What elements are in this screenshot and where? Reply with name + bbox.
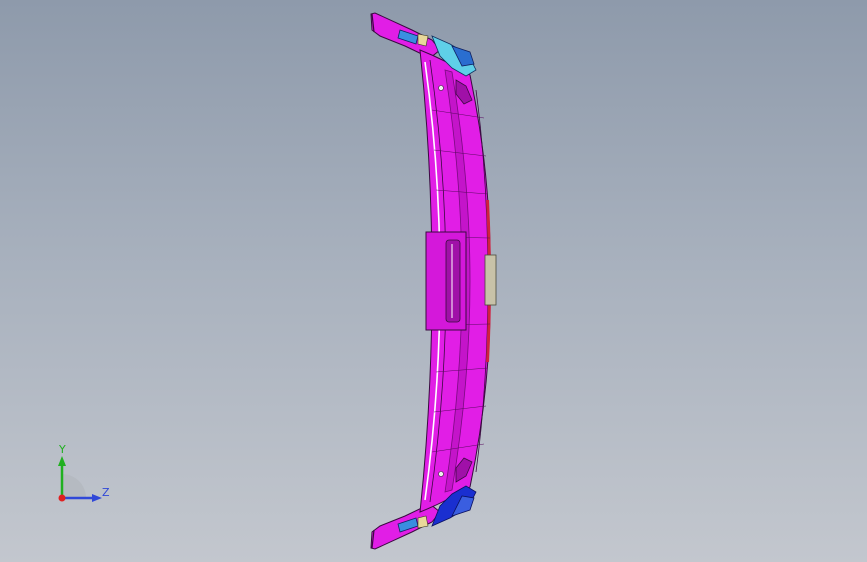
graphics-viewport[interactable]: Y Z	[0, 0, 867, 562]
x-axis-origin-icon	[58, 494, 66, 502]
y-axis-arrow-icon	[58, 456, 66, 466]
marker-top	[438, 85, 444, 91]
axis-triad: Y Z	[40, 440, 130, 515]
y-axis-label: Y	[59, 443, 66, 456]
marker-bottom	[438, 471, 444, 477]
bumper-model[interactable]	[0, 0, 867, 562]
axis-triad-graphic	[58, 456, 102, 502]
center-slot	[445, 239, 461, 323]
z-axis-label: Z	[102, 486, 110, 499]
mount-bracket	[484, 254, 497, 306]
z-axis-arrow-icon	[92, 494, 102, 502]
